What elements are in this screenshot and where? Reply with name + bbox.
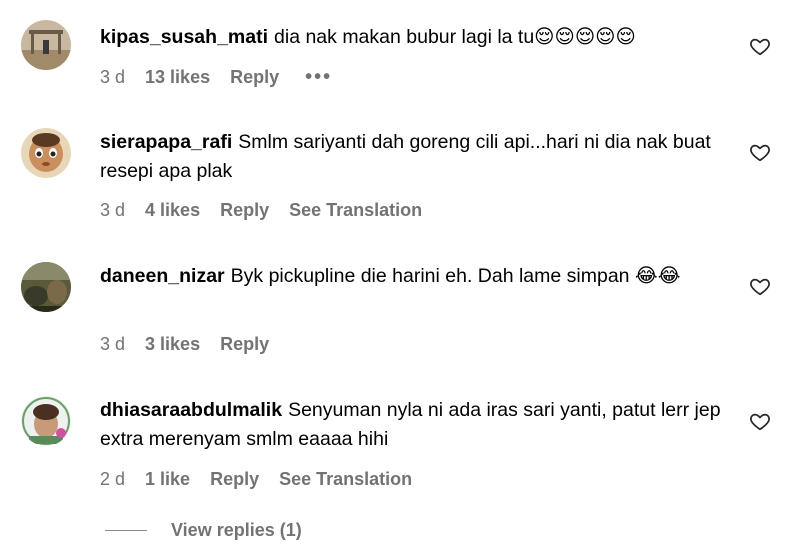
comment-meta: 3 d 13 likes Reply ••• (100, 66, 352, 89)
comment-username[interactable]: kipas_susah_mati (100, 26, 268, 48)
avatar[interactable] (21, 20, 71, 70)
reply-button[interactable]: Reply (210, 469, 259, 490)
view-replies[interactable]: View replies (1) (105, 520, 302, 541)
like-heart-icon[interactable] (749, 275, 771, 297)
avatar[interactable] (21, 396, 71, 446)
view-replies-button[interactable]: View replies (1) (171, 520, 302, 541)
comment-meta: 2 d 1 like Reply See Translation (100, 469, 432, 490)
reply-button[interactable]: Reply (230, 67, 279, 88)
comment-username[interactable]: daneen_nizar (100, 265, 225, 287)
avatar-image (21, 262, 71, 312)
comment-username[interactable]: dhiasaraabdulmalik (100, 399, 282, 421)
avatar-image (21, 396, 71, 446)
comment-body: dhiasaraabdulmalik Senyuman nyla ni ada i… (100, 396, 728, 454)
comment-body: kipas_susah_mati dia nak makan bubur lagi… (100, 23, 728, 52)
comment-likes[interactable]: 13 likes (145, 67, 210, 88)
see-translation-button[interactable]: See Translation (289, 200, 422, 221)
comment-likes[interactable]: 1 like (145, 469, 190, 490)
comment-time: 3 d (100, 200, 126, 220)
comment-time: 3 d (100, 334, 126, 354)
reply-button[interactable]: Reply (220, 334, 269, 355)
comment-username[interactable]: sierapapa_rafi (100, 131, 232, 153)
comment-text: dia nak makan bubur lagi la tu😌😌😌😌😌 (274, 26, 636, 48)
more-options-icon[interactable]: ••• (305, 66, 332, 89)
comment-likes[interactable]: 4 likes (145, 200, 200, 221)
see-translation-button[interactable]: See Translation (279, 469, 412, 490)
comment-meta: 3 d 3 likes Reply (100, 334, 289, 355)
comment-meta: 3 d 4 likes Reply See Translation (100, 200, 442, 221)
like-heart-icon[interactable] (749, 410, 771, 432)
avatar-image (21, 128, 71, 178)
reply-button[interactable]: Reply (220, 200, 269, 221)
comment-likes[interactable]: 3 likes (145, 334, 200, 355)
comment-body: sierapapa_rafi Smlm sariyanti dah goreng … (100, 128, 728, 186)
like-heart-icon[interactable] (749, 141, 771, 163)
comment-time: 2 d (100, 469, 126, 489)
comment-text: Byk pickupline die harini eh. Dah lame s… (230, 265, 681, 287)
like-heart-icon[interactable] (749, 35, 771, 57)
comment-body: daneen_nizar Byk pickupline die harini eh… (100, 262, 728, 291)
avatar[interactable] (21, 128, 71, 178)
replies-divider (105, 530, 147, 531)
avatar-image (21, 20, 71, 70)
comment-time: 3 d (100, 67, 126, 87)
avatar[interactable] (21, 262, 71, 312)
